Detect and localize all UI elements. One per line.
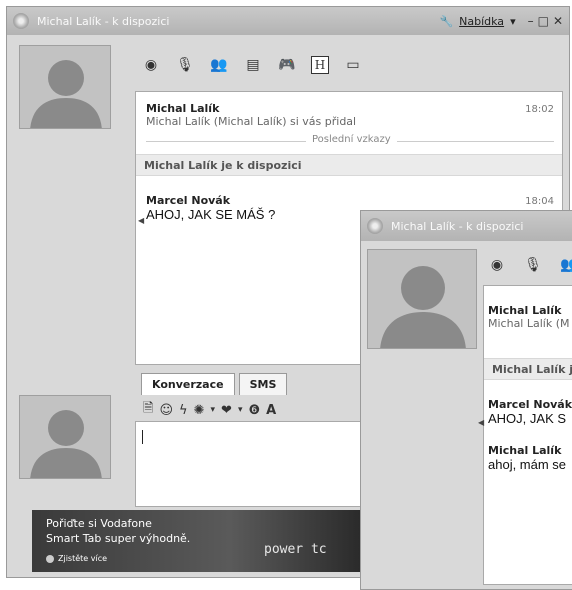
sender-name: Marcel Novák bbox=[488, 398, 572, 411]
maximize-button[interactable]: □ bbox=[538, 14, 549, 28]
arrow-icon bbox=[46, 554, 54, 563]
contact-avatar bbox=[367, 249, 477, 349]
emoticon-icon[interactable]: ☺ bbox=[159, 403, 173, 418]
webcam-icon[interactable]: ◉ bbox=[141, 55, 161, 75]
chat-toolbar: ◉ 🎙 👥 bbox=[487, 255, 572, 275]
arrow-left-icon: ◀ bbox=[138, 216, 145, 225]
message-time: 18:02 bbox=[525, 104, 554, 115]
chevron-down-icon: ▾ bbox=[510, 14, 516, 28]
app-logo-icon bbox=[13, 13, 29, 29]
my-avatar bbox=[19, 395, 111, 479]
text-caret bbox=[142, 430, 143, 444]
tab-conversation[interactable]: Konverzace bbox=[141, 373, 235, 395]
message-text: ahoj, mám se bbox=[488, 457, 567, 472]
status-line: Michal Lalík je k dispozici bbox=[136, 154, 562, 176]
contact-avatar bbox=[19, 45, 111, 129]
sender-name: Michal Lalík bbox=[146, 102, 220, 115]
window-title: Michal Lalík - k dispozici bbox=[37, 14, 170, 28]
gift-icon[interactable]: ❤ bbox=[221, 403, 232, 418]
wrench-icon: 🔧 bbox=[439, 14, 454, 28]
menu-label: Nabídka bbox=[459, 14, 505, 28]
games-icon[interactable]: 🎮 bbox=[277, 55, 297, 75]
chevron-down-icon[interactable]: ▾ bbox=[238, 405, 243, 415]
minimize-button[interactable]: – bbox=[528, 14, 534, 28]
contacts-icon[interactable]: 👥 bbox=[209, 55, 229, 75]
sender-name: Michal Lalík bbox=[488, 304, 562, 317]
file-send-icon[interactable]: 🗎 bbox=[143, 399, 153, 421]
banner-line2: Smart Tab super výhodně. bbox=[46, 532, 191, 545]
chat-toolbar: ◉ 🎙 👥 ▤ 🎮 H ▭ bbox=[141, 55, 363, 75]
banner-more-link[interactable]: Zjistěte více bbox=[46, 554, 107, 563]
microphone-icon[interactable]: 🎙 bbox=[175, 55, 195, 75]
menu-button[interactable]: 🔧 Nabídka ▾ bbox=[439, 15, 515, 28]
message-item: Marcel Novák AHOJ, JAK S bbox=[488, 398, 572, 426]
font-icon[interactable]: A bbox=[266, 403, 276, 418]
banner-line1: Pořiďte si Vodafone bbox=[46, 517, 152, 530]
conversation-area: Michal Lalík Michal Lalík (M Michal Lalí… bbox=[478, 285, 572, 585]
message-item: Michal Lalík Michal Lalík (M bbox=[488, 304, 570, 330]
chevron-down-icon[interactable]: ▾ bbox=[211, 405, 216, 415]
close-button[interactable]: ✕ bbox=[553, 14, 563, 28]
tab-sms[interactable]: SMS bbox=[238, 373, 288, 395]
title-bar[interactable]: Michal Lalík - k dispozici 🔧 Nabídka ▾ –… bbox=[7, 7, 569, 35]
window-title: Michal Lalík - k dispozici bbox=[391, 219, 524, 233]
message-time: 18:04 bbox=[525, 196, 554, 207]
compose-tabs: Konverzace SMS bbox=[141, 373, 291, 395]
recent-messages-label: Poslední vzkazy bbox=[306, 134, 397, 145]
arrow-left-icon: ◀ bbox=[478, 418, 485, 427]
banner-slogan: power tc bbox=[264, 542, 327, 557]
title-bar[interactable]: Michal Lalík - k dispozici bbox=[361, 211, 572, 241]
message-item: Marcel Novák AHOJ, JAK SE MÁŠ ? bbox=[146, 194, 275, 222]
bold-icon[interactable]: ❻ bbox=[248, 403, 260, 418]
message-text: AHOJ, JAK S bbox=[488, 411, 567, 426]
app-logo-icon bbox=[367, 218, 383, 234]
message-text: AHOJ, JAK SE MÁŠ ? bbox=[146, 207, 276, 222]
sender-name: Michal Lalík bbox=[488, 444, 562, 457]
webcam-icon[interactable]: ◉ bbox=[487, 255, 507, 275]
message-text: Michal Lalík (Michal Lalík) si vás přida… bbox=[146, 115, 357, 128]
status-line: Michal Lalík j bbox=[484, 358, 572, 380]
chat-window-second: Michal Lalík - k dispozici ◉ 🎙 👥 Michal … bbox=[360, 210, 572, 590]
sender-name: Marcel Novák bbox=[146, 194, 231, 207]
message-item: Michal Lalík ahoj, mám se bbox=[488, 444, 566, 472]
buzz-icon[interactable]: ϟ bbox=[179, 403, 188, 418]
microphone-icon[interactable]: 🎙 bbox=[523, 255, 543, 275]
format-toolbar: 🗎 ☺ ϟ ✺ ▾ ❤ ▾ ❻ A bbox=[143, 399, 276, 421]
card-icon[interactable]: ▭ bbox=[343, 55, 363, 75]
ad-banner[interactable]: Pořiďte si Vodafone Smart Tab super výho… bbox=[32, 510, 362, 572]
banner-more-label: Zjistěte více bbox=[58, 554, 108, 563]
files-icon[interactable]: ▤ bbox=[243, 55, 263, 75]
animation-icon[interactable]: ✺ bbox=[194, 403, 205, 418]
history-icon[interactable]: H bbox=[311, 56, 329, 74]
message-item: Michal Lalík Michal Lalík (Michal Lalík)… bbox=[146, 102, 356, 128]
message-text: Michal Lalík (M bbox=[488, 317, 570, 330]
contacts-icon[interactable]: 👥 bbox=[559, 255, 572, 275]
